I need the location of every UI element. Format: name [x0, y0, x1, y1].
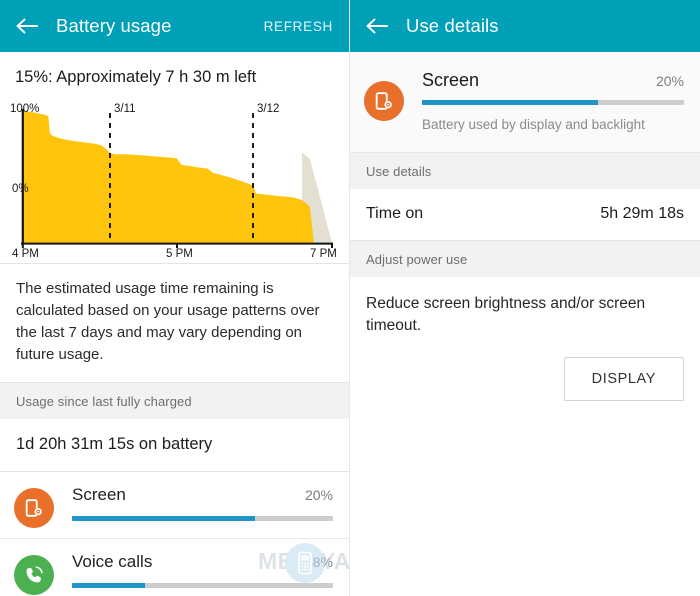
detail-progress-bar	[422, 100, 684, 105]
detail-percent: 20%	[655, 73, 684, 89]
use-details-screen: Use details Screen 20% Battery used by d…	[350, 0, 700, 596]
action-button-row: DISPLAY	[350, 337, 700, 401]
list-item-top: Screen 20%	[72, 485, 333, 505]
detail-title: Screen	[422, 70, 480, 90]
list-item-top: Voice calls 8%	[72, 552, 333, 572]
left-app-bar: Battery usage REFRESH	[0, 0, 349, 52]
y-axis-label-min: 0%	[12, 183, 29, 195]
annotation-3-11: 3/11	[114, 103, 136, 115]
section-header-usage: Usage since last fully charged	[0, 382, 349, 419]
right-app-bar: Use details	[350, 0, 700, 52]
annotation-3-12: 3/12	[257, 103, 280, 115]
y-axis-label-max: 100%	[10, 103, 40, 115]
battery-area	[22, 111, 314, 243]
screen-brightness-icon	[364, 81, 404, 121]
time-on-battery: 1d 20h 31m 15s on battery	[0, 419, 349, 472]
time-on-label: Time on	[366, 205, 424, 222]
list-item[interactable]: Screen 20%	[0, 472, 349, 538]
chart-svg	[21, 109, 333, 248]
power-advice-text: Reduce screen brightness and/or screen t…	[366, 295, 646, 334]
list-item[interactable]: Voice calls 8%	[0, 538, 349, 596]
time-on-value: 5h 29m 18s	[600, 205, 684, 222]
dual-screenshot: Battery usage REFRESH 15%: Approximately…	[0, 0, 700, 596]
arrow-left-icon[interactable]	[14, 13, 40, 39]
list-item-label: Screen	[72, 485, 126, 504]
list-item-body: Voice calls 8%	[72, 551, 333, 588]
x-axis-label-end: 7 PM	[310, 248, 337, 260]
section-header-adjust-power: Adjust power use	[350, 241, 700, 277]
list-item-body: Screen 20%	[72, 484, 333, 521]
x-axis-label-start: 4 PM	[12, 248, 39, 260]
detail-subtitle: Battery used by display and backlight	[422, 117, 645, 132]
battery-history-chart: 0% 100% 3/11 3/12 4 PM 5 PM 7 PM	[0, 93, 349, 263]
section-header-use-details: Use details	[350, 153, 700, 189]
page-title: Battery usage	[56, 15, 172, 36]
list-item-percent: 8%	[312, 554, 333, 570]
arrow-left-icon[interactable]	[364, 13, 390, 39]
x-axis-label-mid: 5 PM	[166, 248, 193, 260]
phone-call-icon	[14, 555, 54, 595]
detail-header: Screen 20% Battery used by display and b…	[350, 52, 700, 153]
battery-summary-text: 15%: Approximately 7 h 30 m left	[15, 68, 257, 86]
time-on-row: Time on 5h 29m 18s	[350, 189, 700, 241]
screen-brightness-icon	[14, 488, 54, 528]
usage-progress-bar	[72, 583, 333, 588]
usage-progress-bar	[72, 516, 333, 521]
battery-usage-screen: Battery usage REFRESH 15%: Approximately…	[0, 0, 350, 596]
detail-header-body: Screen 20% Battery used by display and b…	[422, 70, 684, 132]
display-button[interactable]: DISPLAY	[563, 357, 684, 401]
list-item-label: Voice calls	[72, 552, 153, 571]
list-item-percent: 20%	[304, 487, 333, 503]
page-title: Use details	[406, 15, 499, 36]
estimate-explanation: The estimated usage time remaining is ca…	[0, 263, 349, 382]
detail-header-top: Screen 20%	[422, 70, 684, 91]
refresh-button[interactable]: REFRESH	[264, 19, 335, 34]
